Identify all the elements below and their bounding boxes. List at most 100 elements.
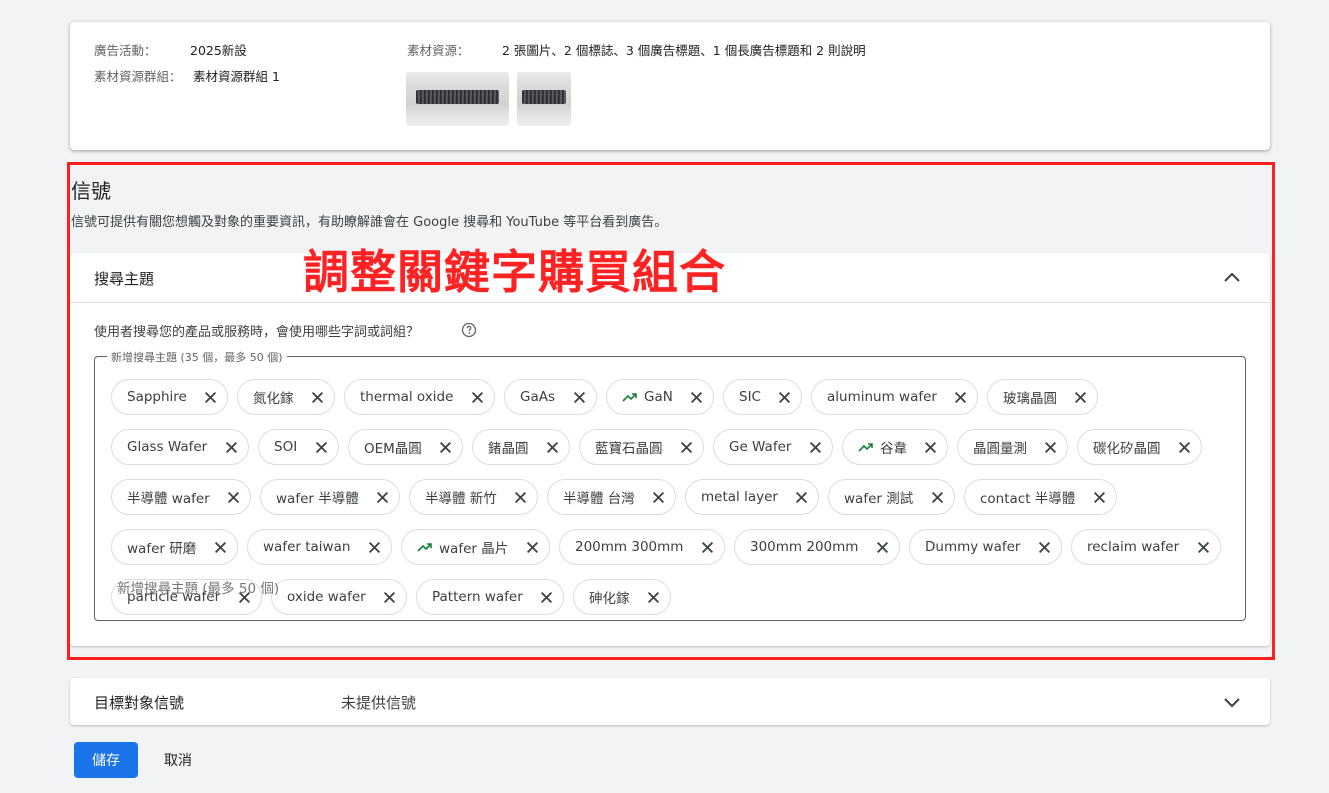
chevron-down-icon[interactable] (1220, 690, 1244, 714)
signals-heading: 信號 (71, 179, 111, 203)
close-icon[interactable] (924, 441, 937, 454)
search-topic-chip[interactable]: aluminum wafer (811, 379, 978, 415)
annotation-text: 調整關鍵字購買組合 (303, 245, 726, 299)
chip-label: contact 半導體 (980, 491, 1076, 507)
search-topic-chip[interactable]: Glass Wafer (111, 429, 249, 465)
close-icon[interactable] (795, 491, 808, 504)
chip-label: 碳化矽晶圓 (1093, 441, 1161, 457)
search-topic-chip[interactable]: 碳化矽晶圓 (1077, 429, 1202, 465)
chip-label: wafer 半導體 (276, 491, 359, 507)
search-topic-chip[interactable]: Sapphire (111, 379, 228, 415)
search-topic-chip[interactable]: 半導體 wafer (111, 479, 251, 515)
search-topic-chip[interactable]: wafer taiwan (247, 529, 392, 565)
close-icon[interactable] (225, 441, 238, 454)
search-topic-chip[interactable]: GaAs (504, 379, 597, 415)
search-topics-question: 使用者搜尋您的產品或服務時，會使用哪些字詞或詞組？ (94, 325, 420, 340)
close-icon[interactable] (1093, 491, 1106, 504)
close-icon[interactable] (311, 391, 324, 404)
close-icon[interactable] (526, 541, 539, 554)
close-icon[interactable] (931, 491, 944, 504)
chip-label: SIC (739, 389, 761, 405)
asset-image-thumbnail[interactable] (406, 72, 509, 126)
search-topics-card: 搜尋主題 使用者搜尋您的產品或服務時，會使用哪些字詞或詞組？ 新增搜尋主題 (3… (70, 253, 1270, 646)
close-icon[interactable] (652, 491, 665, 504)
chip-label: aluminum wafer (827, 389, 937, 405)
close-icon[interactable] (573, 391, 586, 404)
search-topic-chip[interactable]: 藍寶石晶圓 (579, 429, 704, 465)
close-icon[interactable] (376, 491, 389, 504)
chip-label: 玻璃晶圓 (1003, 391, 1057, 407)
close-icon[interactable] (514, 491, 527, 504)
search-topic-chip[interactable]: wafer 半導體 (260, 479, 400, 515)
signals-description: 信號可提供有關您想觸及對象的重要資訊，有助瞭解誰會在 Google 搜尋和 Yo… (71, 215, 668, 230)
campaign-label: 廣告活動： (94, 43, 157, 58)
audience-signal-title: 目標對象信號 (94, 694, 185, 712)
chip-label: Glass Wafer (127, 439, 208, 455)
search-topic-chip[interactable]: 谷韋 (842, 429, 948, 465)
search-topic-chip[interactable]: 晶圓量測 (957, 429, 1068, 465)
search-topic-chip[interactable]: contact 半導體 (964, 479, 1117, 515)
search-topic-chip[interactable]: 鍺晶圓 (472, 429, 570, 465)
close-icon[interactable] (701, 541, 714, 554)
search-topic-chip[interactable]: 300mm 200mm (734, 529, 900, 565)
close-icon[interactable] (1197, 541, 1210, 554)
search-topic-chip[interactable]: metal layer (685, 479, 819, 515)
cancel-button[interactable]: 取消 (150, 742, 206, 778)
chip-label: 半導體 wafer (127, 491, 210, 507)
search-topic-chip[interactable]: 半導體 台灣 (547, 479, 676, 515)
search-topic-chip[interactable]: Dummy wafer (909, 529, 1062, 565)
close-icon[interactable] (809, 441, 822, 454)
search-topic-chip[interactable]: SOI (258, 429, 339, 465)
chip-label: GaAs (520, 389, 556, 405)
close-icon[interactable] (315, 441, 328, 454)
close-icon[interactable] (439, 441, 452, 454)
close-icon[interactable] (471, 391, 484, 404)
chip-label: SOI (274, 439, 298, 455)
trending-up-icon (417, 543, 432, 552)
search-topic-chip[interactable]: 氮化鎵 (237, 379, 335, 415)
chevron-up-icon[interactable] (1220, 266, 1244, 290)
close-icon[interactable] (876, 541, 889, 554)
search-topic-chip[interactable]: GaN (606, 379, 714, 415)
chip-label: 谷韋 (880, 441, 907, 457)
close-icon[interactable] (690, 391, 703, 404)
close-icon[interactable] (546, 441, 559, 454)
search-topics-field: 新增搜尋主題 (35 個，最多 50 個) Sapphire 氮化鎵 thermal… (94, 349, 1246, 621)
close-icon[interactable] (680, 441, 693, 454)
close-icon[interactable] (954, 391, 967, 404)
close-icon[interactable] (1074, 391, 1087, 404)
close-icon[interactable] (1038, 541, 1051, 554)
close-icon[interactable] (214, 541, 227, 554)
close-icon[interactable] (227, 491, 240, 504)
close-icon[interactable] (368, 541, 381, 554)
search-topic-chip[interactable]: OEM晶圓 (348, 429, 463, 465)
close-icon[interactable] (204, 391, 217, 404)
search-topic-chip[interactable]: wafer 測試 (828, 479, 955, 515)
asset-group-value: 素材資源群組 1 (193, 69, 280, 84)
asset-logo-thumbnail[interactable] (517, 72, 571, 126)
close-icon[interactable] (1178, 441, 1191, 454)
search-topic-chip[interactable]: Ge Wafer (713, 429, 833, 465)
audience-signal-card[interactable]: 目標對象信號 未提供信號 (70, 678, 1270, 725)
add-search-topic-input[interactable] (117, 581, 717, 597)
search-topic-chip[interactable]: SIC (723, 379, 802, 415)
chip-label: wafer 晶片 (439, 541, 509, 557)
close-icon[interactable] (778, 391, 791, 404)
search-topic-chip[interactable]: 玻璃晶圓 (987, 379, 1098, 415)
chip-label: 鍺晶圓 (488, 441, 529, 457)
campaign-value: 2025新設 (190, 43, 247, 58)
search-topic-chip[interactable]: reclaim wafer (1071, 529, 1221, 565)
assets-value: 2 張圖片、2 個標誌、3 個廣告標題、1 個長廣告標題和 2 則說明 (502, 43, 866, 58)
close-icon[interactable] (1044, 441, 1057, 454)
help-icon[interactable] (461, 322, 477, 338)
search-topic-chip[interactable]: 半導體 新竹 (409, 479, 538, 515)
chip-label: 半導體 新竹 (425, 491, 497, 507)
save-button[interactable]: 儲存 (74, 742, 138, 778)
search-topic-chip[interactable]: thermal oxide (344, 379, 495, 415)
search-topic-chip[interactable]: wafer 研磨 (111, 529, 238, 565)
asset-group-label: 素材資源群組： (94, 69, 182, 84)
search-topic-chip[interactable]: wafer 晶片 (401, 529, 550, 565)
search-topic-chip[interactable]: 200mm 300mm (559, 529, 725, 565)
assets-label: 素材資源： (407, 43, 470, 58)
asset-group-summary-card: 廣告活動： 2025新設 素材資源群組： 素材資源群組 1 素材資源： 2 張圖… (70, 22, 1270, 150)
